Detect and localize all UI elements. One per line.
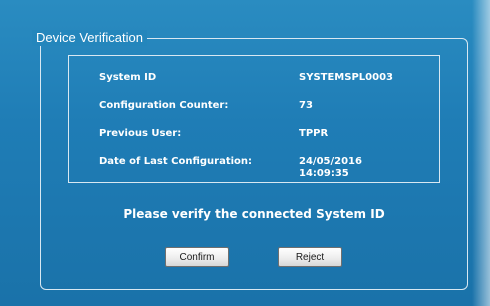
previous-user-value: TPPR (299, 128, 329, 139)
groupbox-title: Device Verification (32, 30, 147, 46)
info-row-last-configuration: Date of Last Configuration: 24/05/2016 1… (99, 156, 419, 179)
info-row-previous-user: Previous User: TPPR (99, 128, 419, 148)
system-info-panel: System ID SYSTEMSPL0003 Configuration Co… (68, 55, 440, 183)
system-id-label: System ID (99, 72, 157, 83)
last-configuration-date: 24/05/2016 (299, 156, 362, 167)
info-row-configuration-counter: Configuration Counter: 73 (99, 100, 419, 120)
configuration-counter-label: Configuration Counter: (99, 100, 229, 111)
confirm-button[interactable]: Confirm (165, 247, 229, 267)
last-configuration-time: 14:09:35 (299, 168, 349, 179)
device-verification-window: Device Verification System ID SYSTEMSPL0… (0, 0, 490, 306)
info-row-system-id: System ID SYSTEMSPL0003 (99, 72, 419, 92)
verification-prompt: Please verify the connected System ID (123, 207, 385, 221)
reject-button[interactable]: Reject (278, 247, 342, 267)
last-configuration-value: 24/05/2016 14:09:35 (299, 156, 362, 180)
last-configuration-label: Date of Last Configuration: (99, 156, 253, 167)
previous-user-label: Previous User: (99, 128, 182, 139)
configuration-counter-value: 73 (299, 100, 313, 111)
system-id-value: SYSTEMSPL0003 (299, 72, 393, 83)
